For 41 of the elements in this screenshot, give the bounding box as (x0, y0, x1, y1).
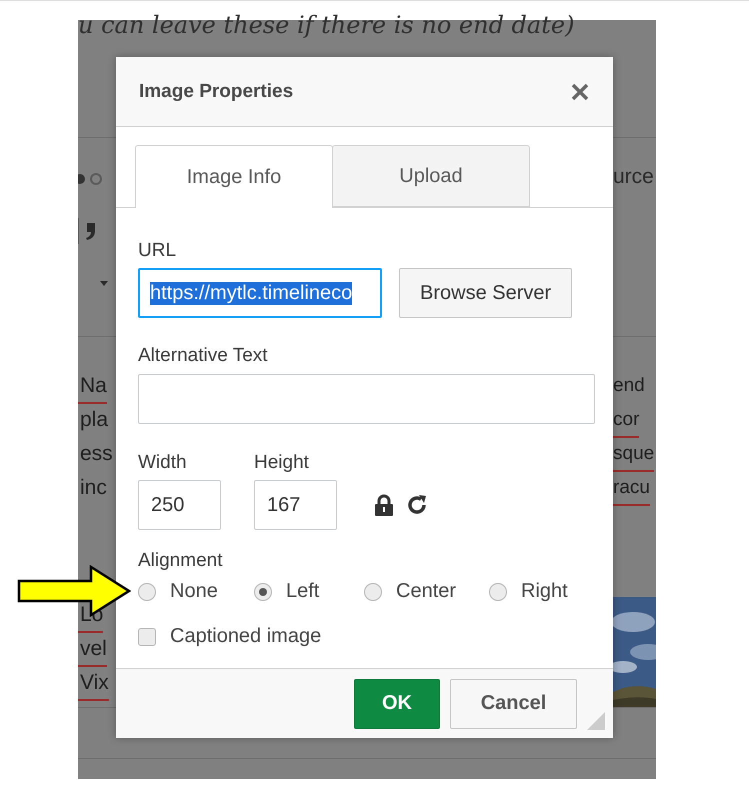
radio-label: None (170, 580, 218, 603)
field-label: Alignment (138, 550, 222, 572)
cancel-button[interactable]: Cancel (450, 678, 577, 728)
text-fragment: vel (78, 633, 107, 667)
text-fragment: inc (79, 475, 107, 501)
caret-icon (100, 280, 108, 286)
field-label: Width (138, 452, 188, 474)
radio-button[interactable] (254, 582, 272, 600)
background-text: u can leave these if there is no end date) (78, 11, 574, 39)
tab[interactable]: Image Info (135, 145, 333, 208)
lock-icon[interactable] (374, 494, 394, 516)
close-icon[interactable] (571, 82, 589, 100)
toolbar-icon (78, 172, 104, 186)
radio-button[interactable] (138, 582, 156, 600)
text-fragment: ess (79, 441, 113, 467)
radio-label: Center (396, 580, 456, 603)
field-label: Height (254, 452, 310, 474)
checkbox[interactable] (138, 628, 156, 646)
toolbar-text: urce (613, 165, 655, 190)
checkbox-label: Captioned image (170, 625, 322, 648)
quote-icon (85, 221, 97, 241)
radio-label: Left (286, 580, 320, 603)
text-fragment: Vix (78, 667, 109, 701)
radio-button[interactable] (489, 582, 507, 600)
radio-button[interactable] (364, 582, 382, 600)
ok-button[interactable]: OK (354, 678, 440, 728)
url-field[interactable]: https://mytlc.timelineco (138, 268, 382, 318)
width-field[interactable]: 250 (138, 480, 221, 530)
tab[interactable]: Upload (332, 145, 530, 207)
reset-icon[interactable] (406, 494, 428, 516)
text-fragment: pla (79, 407, 108, 433)
field-label: URL (138, 240, 178, 262)
height-field[interactable]: 167 (254, 480, 337, 530)
text-fragment: end (613, 374, 645, 398)
browse-server-button[interactable]: Browse Server (399, 268, 572, 318)
text-fragment: Na (78, 370, 107, 404)
field-label: Alternative Text (138, 345, 268, 367)
radio-label: Right (521, 580, 568, 603)
resize-handle[interactable] (587, 712, 605, 730)
alternative-text-field[interactable] (138, 374, 595, 424)
dialog-title: Image Properties (139, 80, 294, 102)
